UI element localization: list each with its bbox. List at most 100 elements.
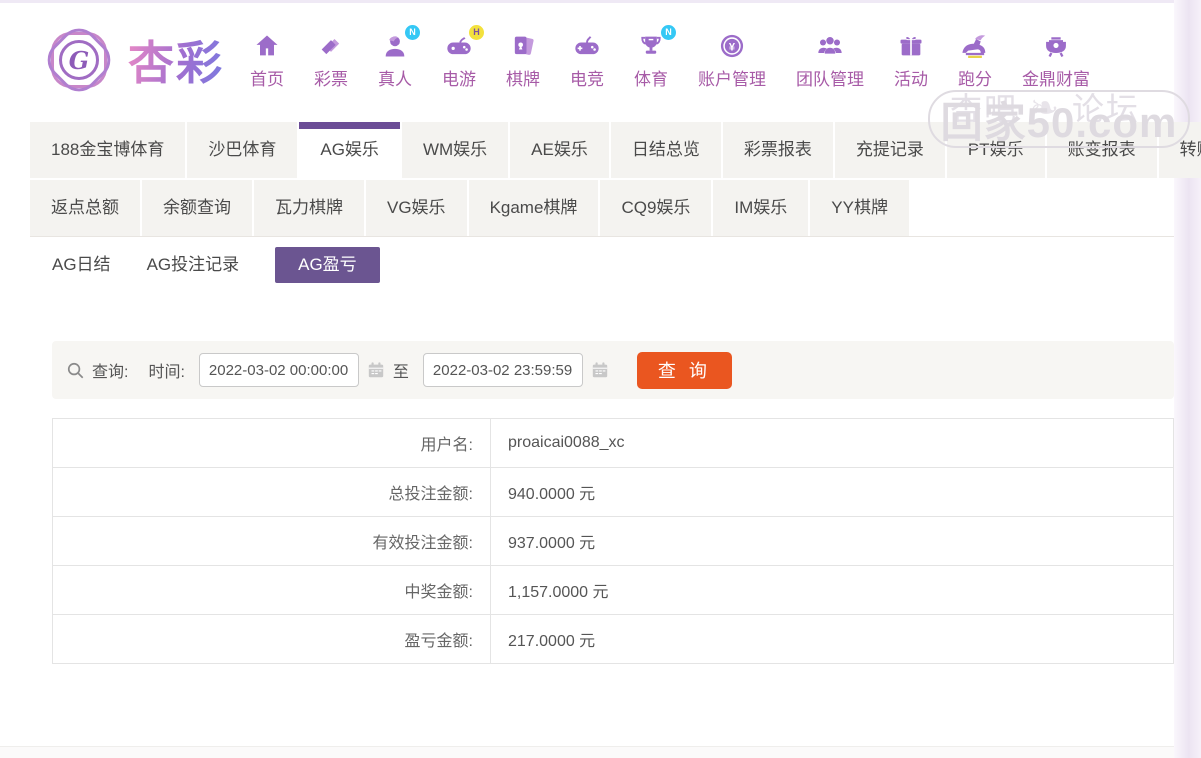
subtab-ag-bet-records[interactable]: AG投注记录 [147,247,240,283]
report-row-valid-bet: 有效投注金额: 937.0000 元 [53,517,1173,566]
row-label: 盈亏金额: [53,615,491,663]
subtab-ag-profit-loss[interactable]: AG盈亏 [275,247,380,283]
report-row-total-bet: 总投注金额: 940.0000 元 [53,468,1173,517]
report-tab-strip: 188金宝博体育 沙巴体育 AG娱乐 WM娱乐 AE娱乐 日结总览 彩票报表 充… [30,122,1174,237]
row-value: proaicai0088_xc [491,419,1173,467]
cards-icon [507,31,539,61]
nav-item-boardgames[interactable]: 棋牌 [506,31,540,90]
report-row-winnings: 中奖金额: 1,157.0000 元 [53,566,1173,615]
brand-logo[interactable]: G 杏彩 [42,23,224,97]
nav-label: 电竞 [570,65,604,90]
slots-gamepad-icon: H [443,31,475,61]
nav-item-esports[interactable]: 电竞 [570,31,604,90]
live-person-icon: N [379,31,411,61]
nav-item-slots[interactable]: H 电游 [442,31,476,90]
emblem-letter: G [59,40,99,80]
search-panel: 查询: 时间: 至 查 询 [52,341,1174,399]
tab-cq9-entertainment[interactable]: CQ9娱乐 [600,180,713,236]
gift-icon [895,31,927,61]
tab-rebate-total[interactable]: 返点总额 [30,180,142,236]
tab-vg-entertainment[interactable]: VG娱乐 [366,180,469,236]
nav-label: 棋牌 [506,65,540,90]
nav-item-promotions[interactable]: 活动 [894,31,928,90]
query-label: 查询: [92,358,128,382]
row-label: 总投注金额: [53,468,491,516]
hot-badge: H [469,25,484,40]
calendar-icon[interactable] [367,361,385,379]
golden-cauldron-icon [1040,31,1072,61]
new-badge: N [661,25,676,40]
tab-wm-entertainment[interactable]: WM娱乐 [402,122,510,178]
nav-item-sports[interactable]: N 体育 [634,31,668,90]
tab-transfer-report[interactable]: 转账报表 [1159,122,1201,178]
nav-item-lottery[interactable]: 彩票 [314,31,348,90]
date-to-input[interactable] [423,353,583,387]
page-top-accent [0,0,1201,3]
nav-label: 金鼎财富 [1022,65,1090,90]
tab-im-entertainment[interactable]: IM娱乐 [713,180,810,236]
nav-label: 电游 [442,65,476,90]
nav-item-paofen[interactable]: 跑分 [958,31,992,90]
calendar-icon[interactable] [591,361,609,379]
new-badge: N [405,25,420,40]
tab-wali-games[interactable]: 瓦力棋牌 [254,180,366,236]
sports-trophy-icon: N [635,31,667,61]
page-bottom-strip [0,746,1174,758]
tab-yy-games[interactable]: YY棋牌 [810,180,911,236]
row-value: 940.0000 元 [491,468,1173,516]
tab-balance-query[interactable]: 余额查询 [142,180,254,236]
nav-label: 真人 [378,65,412,90]
date-range-separator: 至 [393,358,409,382]
report-row-profit-loss: 盈亏金额: 217.0000 元 [53,615,1173,664]
nav-item-home[interactable]: 首页 [250,31,284,90]
nav-label: 首页 [250,65,284,90]
tab-pt-entertainment[interactable]: PT娱乐 [947,122,1047,178]
profit-loss-report-table: 用户名: proaicai0088_xc 总投注金额: 940.0000 元 有… [52,418,1174,664]
row-label: 中奖金额: [53,566,491,614]
nav-label: 活动 [894,65,928,90]
nav-item-account-management[interactable]: ¥ 账户管理 [698,31,766,90]
lottery-tickets-icon [315,31,347,61]
tab-daily-summary[interactable]: 日结总览 [611,122,723,178]
home-icon [251,31,283,61]
esports-gamepad-icon [571,31,603,61]
row-value: 1,157.0000 元 [491,566,1173,614]
tab-ae-entertainment[interactable]: AE娱乐 [510,122,611,178]
header: G 杏彩 首页 彩票 [42,8,1090,112]
tab-account-change-report[interactable]: 账变报表 [1047,122,1159,178]
tab-row-2: 返点总额 余额查询 瓦力棋牌 VG娱乐 Kgame棋牌 CQ9娱乐 IM娱乐 Y… [30,180,1174,236]
nav-label: 账户管理 [698,65,766,90]
nav-label: 跑分 [958,65,992,90]
subtab-ag-daily[interactable]: AG日结 [52,247,111,283]
row-label: 用户名: [53,419,491,467]
date-from-input[interactable] [199,353,359,387]
main-nav: 首页 彩票 N 真人 [250,31,1090,90]
tab-saba-sports[interactable]: 沙巴体育 [187,122,299,178]
nav-item-live[interactable]: N 真人 [378,31,412,90]
report-row-username: 用户名: proaicai0088_xc [53,419,1173,468]
svg-text:¥: ¥ [729,41,736,53]
search-submit-button[interactable]: 查 询 [637,352,732,389]
row-value: 217.0000 元 [491,615,1173,663]
time-label: 时间: [148,358,184,382]
tab-deposit-withdraw-records[interactable]: 充提记录 [835,122,947,178]
tab-row-1: 188金宝博体育 沙巴体育 AG娱乐 WM娱乐 AE娱乐 日结总览 彩票报表 充… [30,122,1174,178]
account-coin-icon: ¥ [716,31,748,61]
nav-label: 体育 [634,65,668,90]
tab-strip-underline [30,236,1174,237]
team-icon [814,31,846,61]
row-value: 937.0000 元 [491,517,1173,565]
ag-subtabs: AG日结 AG投注记录 AG盈亏 [52,247,380,283]
nav-item-team-management[interactable]: 团队管理 [796,31,864,90]
page-right-gutter [1174,0,1201,758]
nav-item-golden-wealth[interactable]: 金鼎财富 [1022,31,1090,90]
brand-emblem-icon: G [42,23,116,97]
horse-icon [959,31,991,61]
nav-label: 彩票 [314,65,348,90]
search-icon [66,361,85,380]
tab-ag-entertainment[interactable]: AG娱乐 [299,122,402,178]
tab-lottery-report[interactable]: 彩票报表 [723,122,835,178]
tab-kgame-games[interactable]: Kgame棋牌 [469,180,601,236]
row-label: 有效投注金额: [53,517,491,565]
tab-188-sports[interactable]: 188金宝博体育 [30,122,187,178]
